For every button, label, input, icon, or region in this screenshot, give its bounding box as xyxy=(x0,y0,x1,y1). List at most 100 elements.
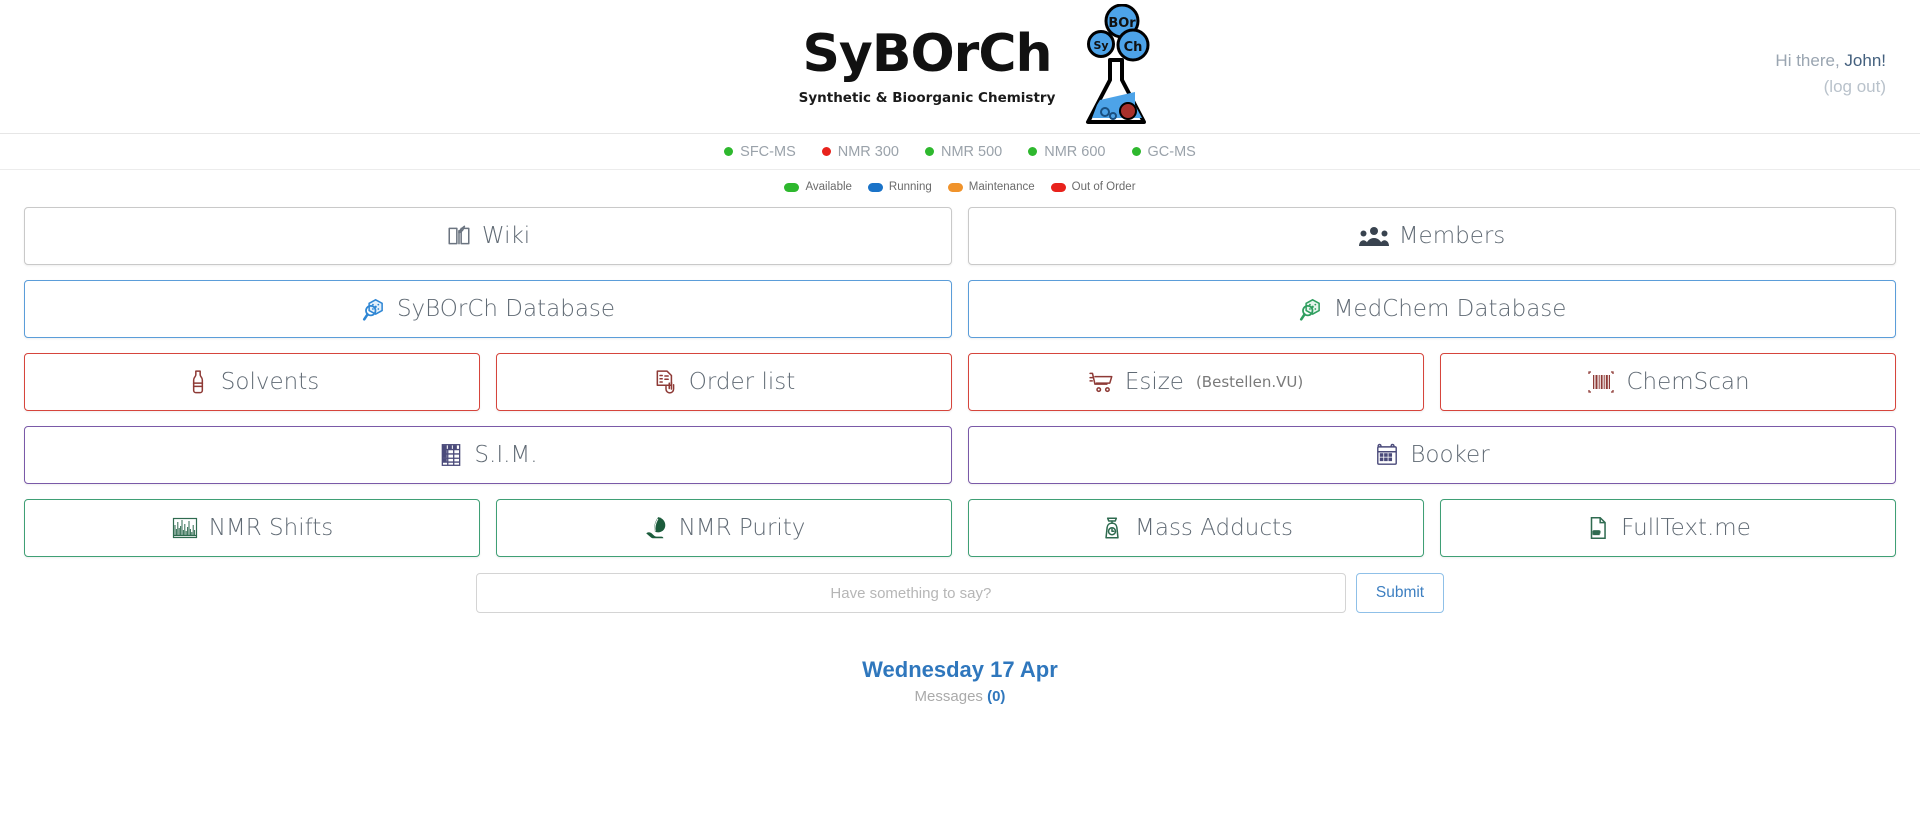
page-header: SyBOrCh Synthetic & Bioorganic Chemistry… xyxy=(0,0,1920,134)
tile-grid: Wiki Members SyBOrCh Database MedChem Datab… xyxy=(0,201,1920,557)
footer-date: Wednesday 17 Apr xyxy=(862,657,1058,682)
tile-row: Wiki Members xyxy=(24,207,1896,265)
instrument-name: NMR 300 xyxy=(837,143,899,160)
book-quill-icon xyxy=(446,223,472,249)
tile-medchem-database[interactable]: MedChem Database xyxy=(968,280,1896,338)
tile-label: SyBOrCh Database xyxy=(396,296,616,322)
page-footer: Wednesday 17 Apr Messages (0) xyxy=(0,657,1920,705)
leaf-hand-icon xyxy=(643,515,669,541)
spectrum-icon xyxy=(171,515,199,541)
tile-row: SyBOrCh Database MedChem Database xyxy=(24,280,1896,338)
status-legend: Available Running Maintenance Out of Order xyxy=(0,173,1920,201)
legend-color-swatch xyxy=(947,182,963,192)
tile-wiki[interactable]: Wiki xyxy=(24,207,952,265)
tile-label: Mass Adducts xyxy=(1135,515,1293,541)
legend-color-swatch xyxy=(867,182,883,192)
instrument-name: NMR 500 xyxy=(941,143,1003,160)
tile-s-i-m[interactable]: S.I.M. xyxy=(24,426,952,484)
tile-solvents[interactable]: Solvents xyxy=(24,353,480,411)
instrument-name: GC-MS xyxy=(1147,143,1196,160)
tile-fulltext-me[interactable]: PDF FullText.me xyxy=(1440,499,1896,557)
legend-item: Maintenance xyxy=(947,181,1035,193)
instrument-name: NMR 600 xyxy=(1044,143,1106,160)
submit-button[interactable]: Submit xyxy=(1355,573,1445,613)
tile-label: Esize xyxy=(1124,369,1184,395)
shopping-cart-icon xyxy=(1089,369,1115,395)
legend-label: Out of Order xyxy=(1071,181,1136,193)
greeting-prefix: Hi there, xyxy=(1775,51,1840,70)
legend-item: Out of Order xyxy=(1050,181,1136,193)
tile-label: Wiki xyxy=(481,223,531,249)
footer-messages[interactable]: Messages (0) xyxy=(0,688,1920,705)
instrument-name: SFC-MS xyxy=(740,143,796,160)
tile-label: FullText.me xyxy=(1621,515,1751,541)
syborch-flask-logo: BOr Sy Ch xyxy=(1086,4,1150,124)
svg-text:PDF: PDF xyxy=(1593,531,1600,535)
brand-title: SyBOrCh xyxy=(802,24,1052,84)
brand-text: SyBOrCh Synthetic & Bioorganic Chemistry xyxy=(799,4,1056,106)
tile-label: Members xyxy=(1398,223,1506,249)
instrument-status-item[interactable]: NMR 500 xyxy=(925,144,1002,160)
people-group-icon xyxy=(1358,223,1389,249)
legend-item: Running xyxy=(867,181,932,193)
instrument-status-item[interactable]: NMR 300 xyxy=(821,143,899,160)
messages-count: (0) xyxy=(987,688,1006,705)
tile-order-list[interactable]: Order list xyxy=(496,353,952,411)
tile-label: NMR Purity xyxy=(678,515,806,541)
tile-members[interactable]: Members xyxy=(968,207,1896,265)
comment-input[interactable] xyxy=(475,573,1346,613)
magnifier-hexagon-green-icon xyxy=(1298,296,1324,322)
bottle-icon xyxy=(185,369,211,395)
calendar-icon xyxy=(1374,442,1400,468)
tile-row: NMR Shifts NMR Purity Mass Adducts PDF FullT… xyxy=(24,499,1896,557)
status-dot-icon xyxy=(925,147,934,156)
legend-label: Running xyxy=(888,181,932,193)
tile-label: Booker xyxy=(1410,442,1490,468)
tile-chemscan[interactable]: ChemScan xyxy=(1440,353,1896,411)
tile-syborch-database[interactable]: SyBOrCh Database xyxy=(24,280,952,338)
tile-row: Solvents Order list Esize (Bestellen.VU) Che… xyxy=(24,353,1896,411)
comment-area: Submit xyxy=(0,573,1920,613)
svg-text:Sy: Sy xyxy=(1094,39,1109,52)
tile-label: S.I.M. xyxy=(474,442,538,468)
messages-label: Messages xyxy=(914,688,983,705)
tile-nmr-purity[interactable]: NMR Purity xyxy=(496,499,952,557)
svg-text:BOr: BOr xyxy=(1109,16,1137,31)
status-dot-icon xyxy=(821,147,831,156)
status-dot-icon xyxy=(1028,147,1038,156)
tile-row: S.I.M. Booker xyxy=(24,426,1896,484)
instrument-status-item[interactable]: GC-MS xyxy=(1131,143,1196,160)
tile-label: NMR Shifts xyxy=(208,515,334,541)
tile-mass-adducts[interactable]: Mass Adducts xyxy=(968,499,1424,557)
status-dot-icon xyxy=(724,147,734,156)
instrument-status-item[interactable]: SFC-MS xyxy=(724,144,796,160)
tile-esize[interactable]: Esize (Bestellen.VU) xyxy=(968,353,1424,411)
barcode-icon xyxy=(1586,370,1616,394)
legend-color-swatch xyxy=(784,182,800,192)
tile-booker[interactable]: Booker xyxy=(968,426,1896,484)
legend-label: Maintenance xyxy=(968,181,1035,193)
table-grid-icon xyxy=(438,442,464,468)
greeting-text: Hi there, John! xyxy=(1775,48,1886,74)
pdf-file-icon: PDF xyxy=(1585,515,1611,541)
instrument-status-bar: SFC-MS NMR 300 NMR 500 NMR 600 GC-MS xyxy=(0,134,1920,170)
tile-label: Order list xyxy=(688,369,796,395)
user-greeting: Hi there, John! (log out) xyxy=(1775,48,1886,99)
magnifier-hexagon-blue-icon xyxy=(361,296,387,322)
greeting-username: John! xyxy=(1844,51,1886,70)
tile-sublabel: (Bestellen.VU) xyxy=(1195,373,1304,391)
instrument-status-item[interactable]: NMR 600 xyxy=(1028,143,1106,160)
checklist-hand-icon xyxy=(653,369,679,395)
balance-scale-icon xyxy=(1099,515,1125,541)
tile-nmr-shifts[interactable]: NMR Shifts xyxy=(24,499,480,557)
tile-label: ChemScan xyxy=(1626,369,1750,395)
tile-label: MedChem Database xyxy=(1333,296,1567,322)
legend-item: Available xyxy=(784,181,852,193)
logout-link[interactable]: (log out) xyxy=(1775,74,1886,100)
brand-subtitle: Synthetic & Bioorganic Chemistry xyxy=(798,90,1056,106)
legend-color-swatch xyxy=(1050,182,1066,192)
legend-label: Available xyxy=(805,181,852,193)
tile-label: Solvents xyxy=(220,369,320,395)
status-dot-icon xyxy=(1131,147,1141,156)
svg-text:Ch: Ch xyxy=(1124,40,1143,55)
